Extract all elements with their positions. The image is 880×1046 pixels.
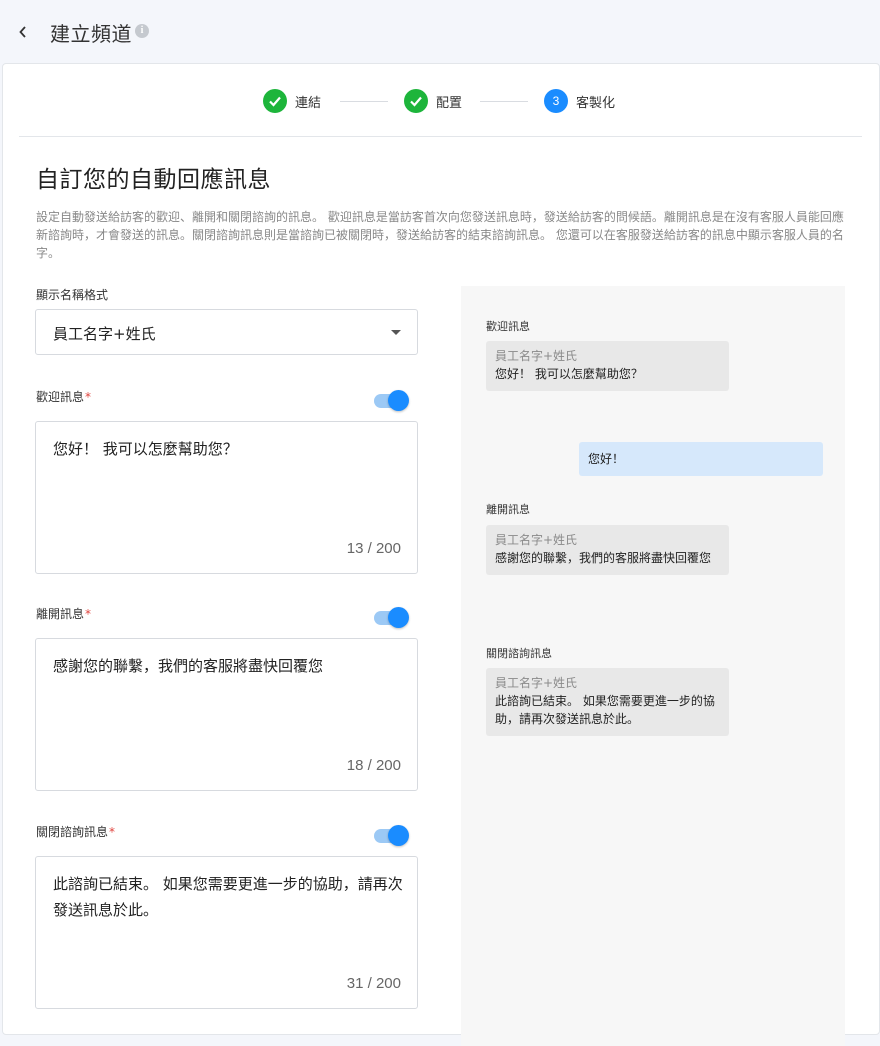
welcome-counter: 13 / 200 xyxy=(346,540,401,557)
close-text: 此諮詢已結束。 如果您需要更進一步的協助，請再次發送訊息於此。 xyxy=(53,875,403,919)
check-icon xyxy=(404,89,428,113)
display-name-label: 顯示名稱格式 xyxy=(36,288,109,302)
away-counter: 18 / 200 xyxy=(346,757,401,774)
agent-name: 員工名字+姓氏 xyxy=(495,349,578,363)
step-label: 連結 xyxy=(295,95,322,111)
step-label: 配置 xyxy=(436,95,463,111)
step-customize: 3 客製化 xyxy=(544,88,615,114)
preview-welcome-bubble: 員工名字+姓氏 您好！ 我可以怎麼幫助您？ xyxy=(486,341,729,391)
close-textarea[interactable]: 此諮詢已結束。 如果您需要更進一步的協助，請再次發送訊息於此。 31 / 200 xyxy=(35,856,418,1009)
preview-panel: 歡迎訊息 員工名字+姓氏 您好！ 我可以怎麼幫助您？ 您好！ 離開訊息 員工名字… xyxy=(461,286,845,1046)
step-connect: 連結 xyxy=(263,88,321,114)
away-textarea[interactable]: 感謝您的聯繫，我們的客服將盡快回覆您 18 / 200 xyxy=(35,638,418,791)
section-description: 設定自動發送給訪客的歡迎、離開和關閉諮詢的訊息。 歡迎訊息是當訪客首次向您發送訊… xyxy=(36,210,844,260)
welcome-text: 您好！ 我可以怎麼幫助您？ xyxy=(53,440,238,458)
info-icon[interactable]: i xyxy=(135,24,149,38)
preview-close-bubble: 員工名字+姓氏 此諮詢已結束。 如果您需要更進一步的協助，請再次發送訊息於此。 xyxy=(486,668,729,736)
display-name-select[interactable]: 員工名字+姓氏 xyxy=(35,309,418,355)
step-number: 3 xyxy=(544,89,568,113)
agent-name: 員工名字+姓氏 xyxy=(495,533,578,547)
preview-away-label: 離開訊息 xyxy=(486,503,530,516)
bubble-text: 感謝您的聯繫，我們的客服將盡快回覆您 xyxy=(495,551,712,565)
display-name-value: 員工名字+姓氏 xyxy=(53,325,156,343)
preview-visitor-bubble: 您好！ xyxy=(579,442,823,476)
agent-name: 員工名字+姓氏 xyxy=(495,676,578,690)
close-label: 關閉諮詢訊息* xyxy=(36,825,116,839)
caret-down-icon xyxy=(391,330,401,335)
toggle-knob xyxy=(388,607,409,628)
welcome-toggle[interactable] xyxy=(373,390,409,412)
away-toggle[interactable] xyxy=(373,607,409,629)
divider xyxy=(19,136,862,137)
page-header: 建立頻道 i xyxy=(0,0,880,64)
close-toggle[interactable] xyxy=(373,825,409,847)
step-label: 客製化 xyxy=(576,95,616,111)
chevron-left-icon xyxy=(19,26,26,38)
check-icon xyxy=(263,89,287,113)
main-card: 連結 配置 3 客製化 自訂您的自動回應訊息 設定自動發送給訪客的歡迎、離開和關… xyxy=(2,63,880,1046)
bubble-text: 您好！ 我可以怎麼幫助您？ xyxy=(495,367,643,381)
step-connector xyxy=(480,101,528,102)
away-text: 感謝您的聯繫，我們的客服將盡快回覆您 xyxy=(53,657,324,675)
step-configure: 配置 xyxy=(404,88,462,114)
away-label: 離開訊息* xyxy=(36,607,92,621)
toggle-knob xyxy=(388,825,409,846)
close-counter: 31 / 200 xyxy=(346,975,401,992)
preview-welcome-label: 歡迎訊息 xyxy=(486,320,530,333)
page-title: 建立頻道 xyxy=(50,22,132,46)
preview-close-label: 關閉諮詢訊息 xyxy=(486,647,552,660)
toggle-knob xyxy=(388,390,409,411)
step-connector xyxy=(340,101,388,102)
welcome-label: 歡迎訊息* xyxy=(36,390,92,404)
bubble-text: 此諮詢已結束。 如果您需要更進一步的協助，請再次發送訊息於此。 xyxy=(495,694,715,726)
preview-away-bubble: 員工名字+姓氏 感謝您的聯繫，我們的客服將盡快回覆您 xyxy=(486,525,729,575)
back-button[interactable] xyxy=(12,20,34,44)
welcome-textarea[interactable]: 您好！ 我可以怎麼幫助您？ 13 / 200 xyxy=(35,421,418,574)
section-title: 自訂您的自動回應訊息 xyxy=(36,167,271,193)
